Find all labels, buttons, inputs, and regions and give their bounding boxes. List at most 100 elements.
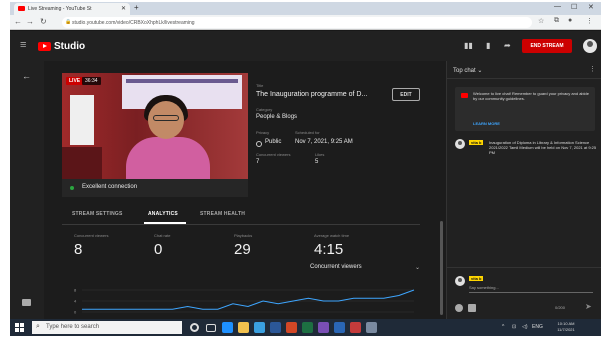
stat-concurrent-value: 8 bbox=[74, 241, 83, 258]
likes-label: Likes bbox=[315, 152, 325, 157]
search-icon: ⌕ bbox=[36, 323, 40, 330]
graph-tick-label: 4 bbox=[74, 299, 77, 304]
active-tab-indicator bbox=[144, 222, 186, 224]
app-icon[interactable] bbox=[334, 322, 345, 333]
stream-preview[interactable]: LIVE 36:34 bbox=[62, 73, 248, 179]
tab-stream-settings[interactable]: STREAM SETTINGS bbox=[72, 211, 123, 217]
forward-arrow-icon[interactable]: → bbox=[26, 17, 34, 26]
star-icon[interactable]: ☆ bbox=[538, 17, 544, 25]
left-rail: ← bbox=[10, 61, 44, 319]
network-icon[interactable]: ⊡ bbox=[512, 324, 516, 330]
back-icon[interactable]: ← bbox=[22, 71, 31, 81]
powerpoint-icon[interactable] bbox=[286, 322, 297, 333]
emoji-icon[interactable] bbox=[455, 304, 463, 312]
url-text: studio.youtube.com/video/CRBXoXhphLk/liv… bbox=[72, 20, 195, 26]
cortana-icon[interactable] bbox=[190, 323, 199, 332]
window-close-icon[interactable]: ✕ bbox=[588, 3, 594, 11]
share-icon[interactable]: ➦ bbox=[504, 41, 511, 50]
chair bbox=[62, 147, 102, 179]
edge-icon[interactable] bbox=[222, 322, 233, 333]
extensions-icon[interactable]: ⧉ bbox=[554, 17, 559, 25]
connection-status: Excellent connection bbox=[62, 179, 248, 197]
profile-icon[interactable]: ● bbox=[568, 17, 572, 24]
new-tab-icon[interactable]: + bbox=[134, 3, 139, 12]
live-badge: LIVE bbox=[66, 77, 84, 85]
windows-start-icon[interactable] bbox=[15, 323, 24, 332]
browser-tab-bar: Live Streaming - YouTube St ✕ + — ☐ ✕ bbox=[10, 2, 601, 15]
more-options-icon[interactable]: ⋮ bbox=[589, 65, 596, 73]
task-view-icon[interactable] bbox=[206, 324, 216, 332]
bookmark-icon[interactable]: ▮ bbox=[486, 41, 490, 50]
live-chat-panel: Top chat ⌄ ⋮ Welcome to live chat! Remem… bbox=[446, 61, 601, 319]
taskbar-search[interactable]: ⌕ Type here to search bbox=[32, 321, 182, 334]
hamburger-menu-icon[interactable]: ≡ bbox=[20, 39, 26, 51]
browser-tab-title: Live Streaming - YouTube St bbox=[28, 6, 92, 12]
stat-playbacks-value: 29 bbox=[234, 241, 251, 258]
studio-header: ≡ Studio bbox=[10, 31, 446, 61]
store-icon[interactable] bbox=[254, 322, 265, 333]
browser-menu-icon[interactable]: ⋮ bbox=[586, 17, 593, 25]
tray-chevron-icon[interactable]: ^ bbox=[502, 324, 504, 330]
end-stream-button[interactable]: END STREAM bbox=[522, 39, 572, 53]
learn-more-link[interactable]: LEARN MORE bbox=[473, 121, 500, 126]
super-chat-icon[interactable] bbox=[468, 304, 476, 312]
duration-badge: 36:34 bbox=[82, 77, 101, 85]
tab-analytics[interactable]: ANALYTICS bbox=[148, 211, 178, 217]
main-scrollbar[interactable] bbox=[440, 221, 443, 315]
scheduled-label: Scheduled for bbox=[295, 130, 320, 135]
metric-dropdown[interactable]: Concurrent viewers ⌄ bbox=[310, 264, 420, 276]
graph-tick-label: 8 bbox=[74, 288, 77, 293]
close-tab-icon[interactable]: ✕ bbox=[121, 5, 126, 12]
url-field[interactable]: 🔒 studio.youtube.com/video/CRBXoXhphLk/l… bbox=[62, 17, 532, 28]
minimize-icon[interactable]: — bbox=[554, 3, 561, 10]
metric-dropdown-value: Concurrent viewers bbox=[310, 264, 362, 270]
volume-icon[interactable]: ◁) bbox=[522, 324, 528, 330]
connection-status-icon bbox=[70, 186, 74, 190]
reload-icon[interactable]: ↻ bbox=[40, 17, 47, 26]
tab-stream-health[interactable]: STREAM HEALTH bbox=[200, 211, 245, 217]
concurrent-viewers-value: 7 bbox=[256, 159, 260, 165]
stat-watch-value: 4:15 bbox=[314, 241, 344, 258]
chat-welcome-text: Welcome to live chat! Remember to guard … bbox=[473, 91, 589, 101]
feedback-icon[interactable] bbox=[22, 299, 31, 306]
lock-icon: 🔒 bbox=[65, 19, 72, 25]
excel-icon[interactable] bbox=[302, 322, 313, 333]
viewers-graph: 8 4 0 bbox=[74, 288, 415, 315]
file-explorer-icon[interactable] bbox=[238, 322, 249, 333]
chat-message-author: vita b bbox=[469, 140, 484, 145]
stat-watch-label: Average watch time bbox=[314, 233, 350, 238]
maximize-icon[interactable]: ☐ bbox=[571, 3, 577, 11]
category-label: Category bbox=[256, 107, 273, 112]
taskbar-clock[interactable]: 10:10 AM 11/7/2021 bbox=[546, 321, 586, 333]
send-icon[interactable]: ➤ bbox=[585, 302, 592, 311]
chevron-down-icon: ⌄ bbox=[414, 265, 420, 271]
windows-taskbar: ⌕ Type here to search ^ ⊡ ◁) ENG 10:10 A… bbox=[10, 319, 601, 336]
clock-date: 11/7/2021 bbox=[557, 327, 575, 332]
stat-chat-label: Chat rate bbox=[154, 233, 171, 238]
likes-value: 5 bbox=[315, 159, 319, 165]
back-arrow-icon[interactable]: ← bbox=[14, 17, 22, 26]
word-icon[interactable] bbox=[270, 322, 281, 333]
media-icon[interactable] bbox=[350, 322, 361, 333]
scheduled-value: Nov 7, 2021, 9:25 AM bbox=[295, 139, 353, 145]
edit-button[interactable]: EDIT bbox=[392, 88, 420, 101]
settings-app-icon[interactable] bbox=[366, 322, 377, 333]
browser-tab[interactable]: Live Streaming - YouTube St ✕ bbox=[14, 3, 130, 15]
privacy-label: Privacy bbox=[256, 130, 270, 135]
avatar bbox=[455, 139, 465, 149]
speaker-body bbox=[126, 137, 210, 179]
privacy-value: Public bbox=[265, 139, 282, 145]
account-avatar[interactable] bbox=[583, 39, 597, 53]
stat-concurrent-label: Concurrent viewers bbox=[74, 233, 109, 238]
stat-playbacks-label: Playbacks bbox=[234, 233, 253, 238]
language-indicator[interactable]: ENG bbox=[532, 324, 543, 330]
youtube-logo-icon[interactable] bbox=[38, 42, 51, 51]
stream-stats-icon[interactable]: ▮▮ bbox=[464, 41, 473, 50]
graph-series-line bbox=[82, 289, 415, 310]
chat-input-author: vita b bbox=[469, 276, 484, 281]
top-chat-selector[interactable]: Top chat ⌄ bbox=[453, 67, 482, 74]
address-bar: ← → ↻ 🔒 studio.youtube.com/video/CRBXoXh… bbox=[10, 15, 601, 30]
chat-input[interactable]: Say something... bbox=[469, 285, 593, 293]
category-value: People & Blogs bbox=[256, 114, 298, 120]
onenote-icon[interactable] bbox=[318, 322, 329, 333]
